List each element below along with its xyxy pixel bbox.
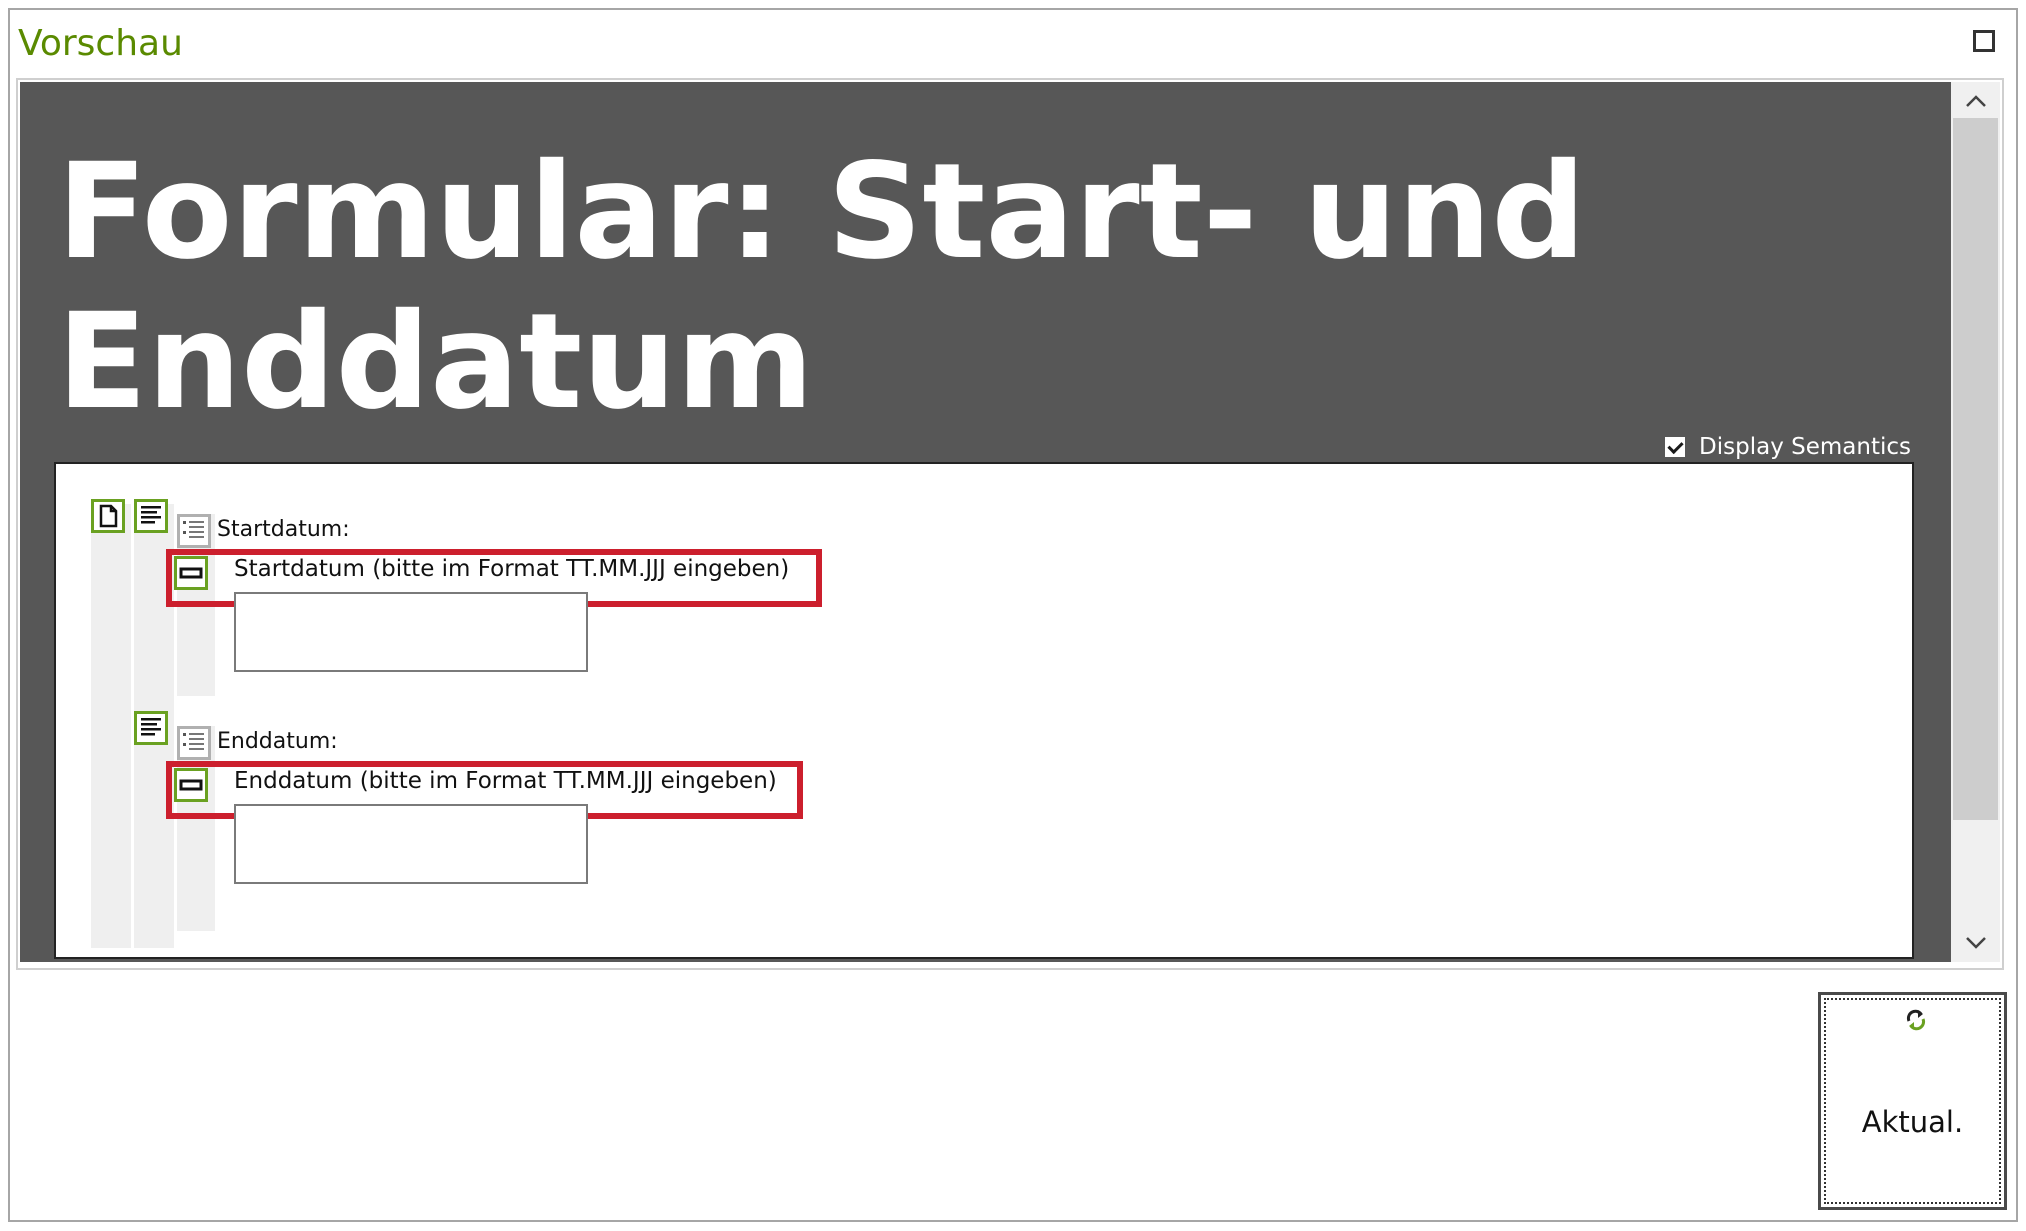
list-icon	[177, 726, 211, 760]
preview-pane: Formular: Start- und Enddatum Display Se…	[20, 82, 1951, 962]
refresh-label: Aktual.	[1861, 1105, 1964, 1139]
form-preview: Startdatum: Startdatum (bitte im Format …	[54, 462, 1914, 959]
field-label-start: Startdatum (bitte im Format TT.MM.JJJ ei…	[234, 556, 790, 582]
paragraph-icon	[134, 499, 168, 533]
list-icon	[177, 514, 211, 548]
group-label-start: Startdatum:	[217, 517, 350, 542]
page-heading: Formular: Start- und Enddatum	[57, 135, 1586, 439]
field-label-end: Enddatum (bitte im Format TT.MM.JJJ eing…	[234, 768, 777, 794]
document-guide	[91, 504, 131, 948]
display-semantics-label: Display Semantics	[1699, 434, 1911, 460]
display-semantics-checkbox[interactable]	[1665, 437, 1686, 457]
form-field-icon	[174, 556, 208, 590]
vertical-scrollbar[interactable]	[1951, 82, 2000, 962]
form-field-icon	[174, 768, 208, 802]
refresh-button[interactable]: Aktual.	[1818, 992, 2007, 1210]
document-icon	[91, 499, 125, 533]
scroll-up-arrow-icon[interactable]	[1951, 84, 2000, 118]
group-label-end: Enddatum:	[217, 729, 338, 754]
refresh-icon	[1906, 1009, 1926, 1031]
scroll-thumb[interactable]	[1953, 118, 1998, 820]
maximize-button[interactable]	[1973, 30, 1995, 52]
scroll-down-arrow-icon[interactable]	[1951, 926, 2000, 960]
start-date-input[interactable]	[234, 592, 588, 672]
display-semantics-toggle[interactable]: Display Semantics	[1665, 434, 1911, 460]
paragraph-icon	[134, 711, 168, 745]
window-title: Vorschau	[18, 23, 183, 64]
end-date-input[interactable]	[234, 804, 588, 884]
